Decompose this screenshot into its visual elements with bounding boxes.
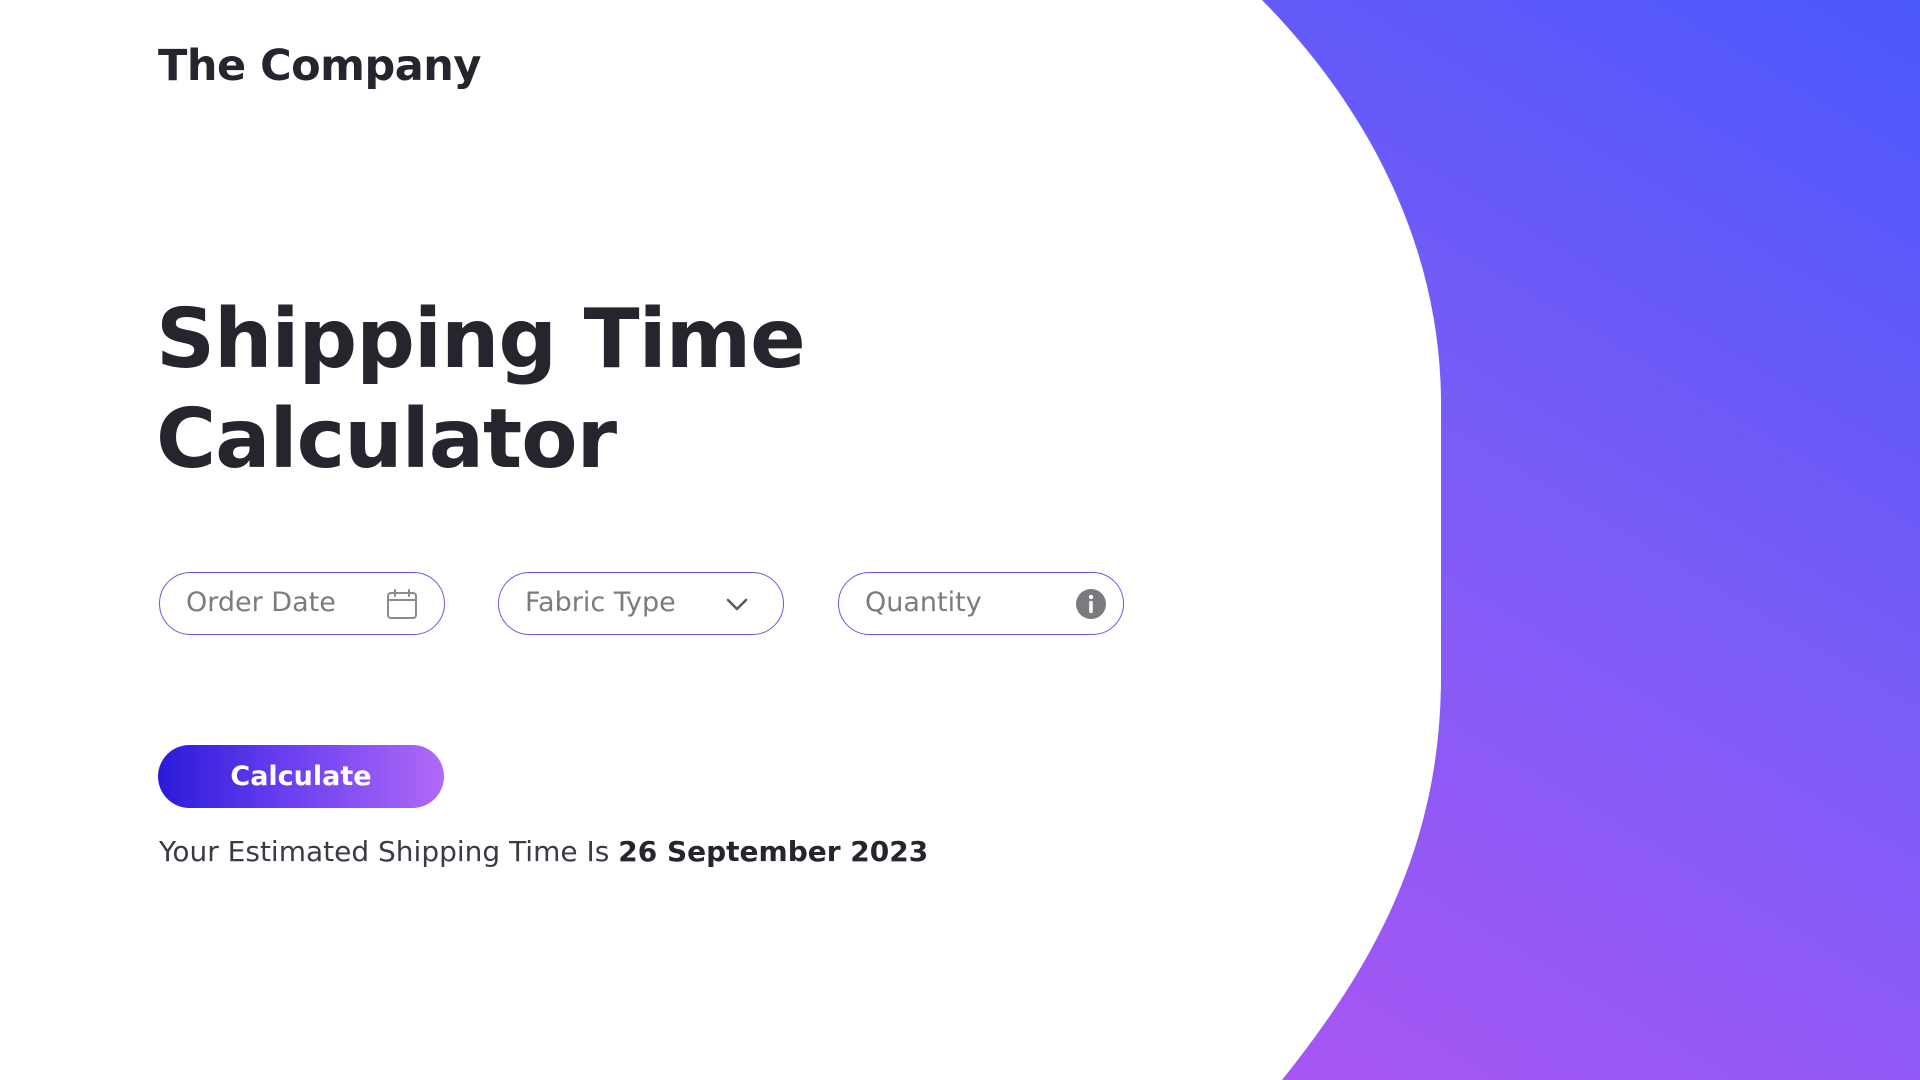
brand-logo-text: The Company [158, 41, 481, 91]
order-date-field[interactable]: Order Date [159, 572, 445, 635]
page-title-line-1: Shipping Time [156, 292, 806, 387]
page-title: Shipping Time Calculator [156, 290, 1056, 490]
quantity-field[interactable]: Quantity [838, 572, 1124, 635]
page-title-line-2: Calculator [156, 392, 617, 487]
fabric-type-placeholder: Fabric Type [525, 587, 676, 618]
result-date-value: 26 September 2023 [618, 835, 929, 868]
chevron-down-icon[interactable] [721, 588, 753, 620]
quantity-placeholder: Quantity [865, 587, 982, 618]
order-date-placeholder: Order Date [186, 587, 336, 618]
calendar-icon[interactable] [386, 588, 418, 620]
calculate-button[interactable]: Calculate [158, 745, 444, 808]
info-icon[interactable] [1075, 588, 1107, 620]
fabric-type-select[interactable]: Fabric Type [498, 572, 784, 635]
result-prefix-text: Your Estimated Shipping Time Is [159, 835, 610, 868]
background-gradient-shape [1262, 0, 1920, 1080]
estimated-shipping-result: Your Estimated Shipping Time Is 26 Septe… [159, 832, 928, 872]
page: The Company Shipping Time Calculator Ord… [0, 0, 1920, 1080]
